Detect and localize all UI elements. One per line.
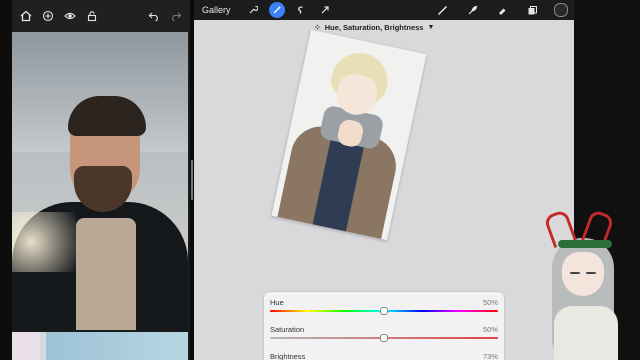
divider-handle[interactable] bbox=[191, 160, 193, 200]
thumbnail[interactable] bbox=[12, 332, 40, 360]
plus-circle-icon[interactable] bbox=[40, 8, 56, 24]
hue-value: 50% bbox=[482, 298, 498, 307]
saturation-label: Saturation bbox=[270, 325, 305, 334]
hue-slider-knob[interactable] bbox=[380, 307, 388, 315]
redo-icon[interactable] bbox=[168, 8, 184, 24]
magic-wand-icon[interactable] bbox=[268, 2, 285, 18]
artwork-canvas[interactable] bbox=[271, 29, 427, 241]
hsb-adjustment-panel: Hue 50% Saturation 50% Brightness 73% bbox=[264, 292, 504, 360]
saturation-value: 50% bbox=[482, 325, 498, 334]
reference-app bbox=[12, 0, 190, 360]
undo-icon[interactable] bbox=[146, 8, 162, 24]
transform-arrow-icon[interactable] bbox=[317, 2, 333, 18]
procreate-toolbar: Gallery bbox=[194, 0, 574, 20]
vtuber-avatar bbox=[540, 208, 640, 360]
left-edge bbox=[0, 0, 12, 360]
procreate-app: Gallery ⁘ Hue, Saturation, Brightness ▼ … bbox=[194, 0, 574, 360]
reference-toolbar bbox=[12, 0, 190, 32]
brush-icon[interactable] bbox=[434, 2, 450, 18]
reference-thumbnails bbox=[12, 332, 188, 360]
adjustment-mode-selector[interactable]: ⁘ Hue, Saturation, Brightness ▼ bbox=[314, 20, 434, 34]
lock-icon[interactable] bbox=[84, 8, 100, 24]
selection-icon[interactable] bbox=[293, 2, 309, 18]
saturation-slider-knob[interactable] bbox=[380, 334, 388, 342]
wrench-icon[interactable] bbox=[245, 2, 261, 18]
thumbnail-strip[interactable] bbox=[46, 332, 188, 360]
chevron-down-icon: ▼ bbox=[427, 23, 435, 31]
layers-icon[interactable] bbox=[524, 2, 540, 18]
home-icon[interactable] bbox=[18, 8, 34, 24]
hue-label: Hue bbox=[270, 298, 284, 307]
brightness-value: 73% bbox=[482, 352, 498, 360]
adjustment-mode-label: Hue, Saturation, Brightness bbox=[324, 22, 424, 32]
hue-slider-row: Hue 50% bbox=[270, 296, 498, 316]
smudge-icon[interactable] bbox=[464, 2, 480, 18]
brightness-label: Brightness bbox=[270, 352, 306, 360]
eraser-icon[interactable] bbox=[494, 2, 510, 18]
color-picker-button[interactable] bbox=[554, 3, 568, 17]
eye-icon[interactable] bbox=[62, 8, 78, 24]
gallery-button[interactable]: Gallery bbox=[202, 5, 231, 15]
saturation-slider-row: Saturation 50% bbox=[270, 323, 498, 343]
brightness-slider-row: Brightness 73% bbox=[270, 350, 498, 360]
reference-photo bbox=[12, 32, 188, 330]
